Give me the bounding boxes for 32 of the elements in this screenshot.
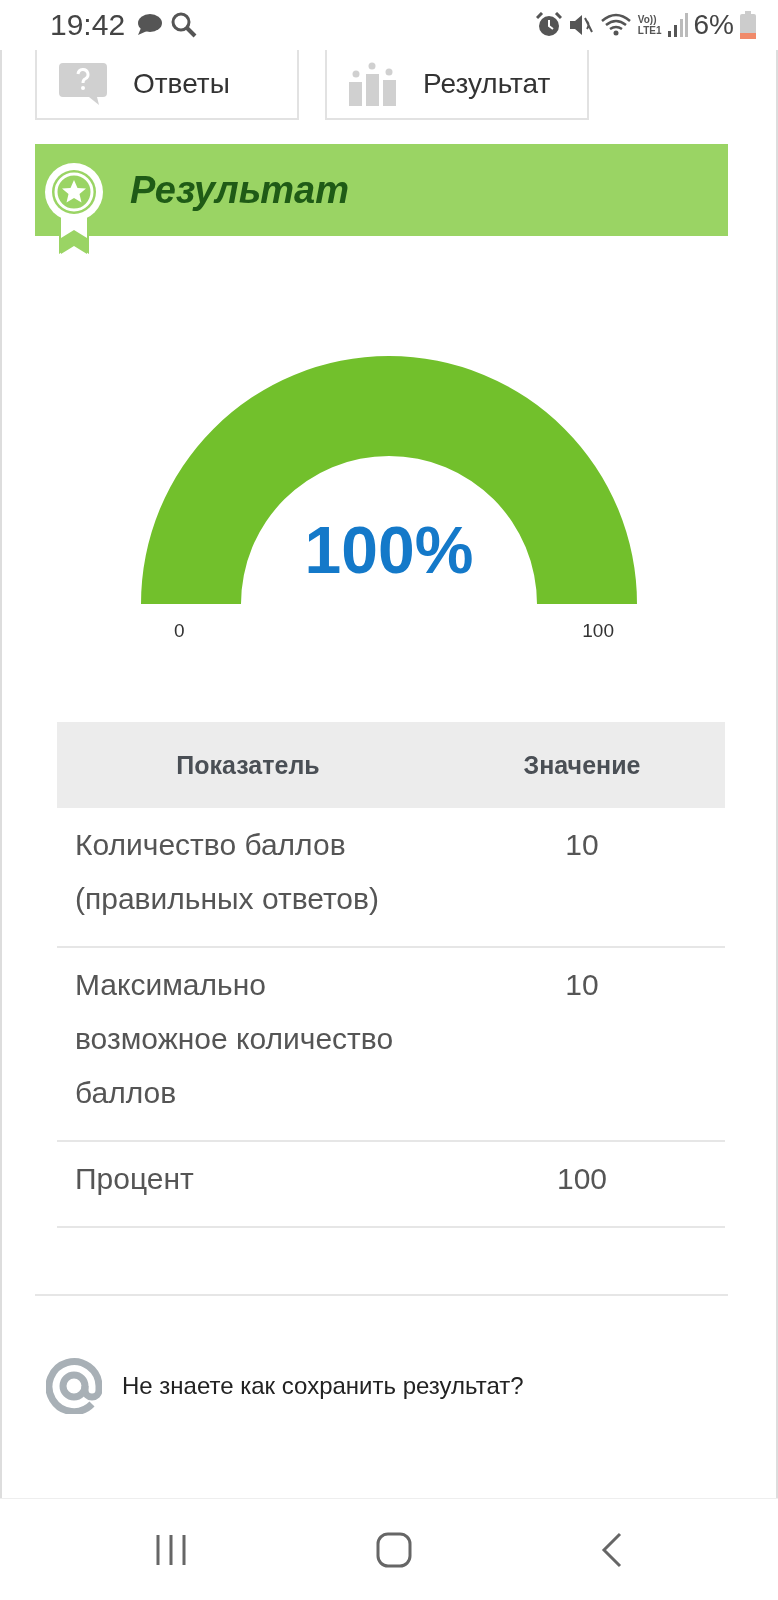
- table-cell: Максимально возможное количество баллов: [57, 947, 439, 1141]
- status-time: 19:42: [50, 8, 126, 42]
- speech-bubble-question-icon: [59, 63, 107, 105]
- email-prompt-text: Не знаете как сохранить результат?: [122, 1372, 524, 1400]
- volte-label: Vo)): [637, 14, 658, 25]
- table-cell: Количество баллов (правильных ответов): [57, 808, 439, 947]
- alarm-icon: [535, 12, 562, 38]
- signal-icon: [667, 13, 688, 37]
- home-icon[interactable]: [376, 1532, 412, 1568]
- gauge-max-label: 100: [582, 620, 614, 642]
- battery-percent: 6%: [693, 9, 734, 41]
- chat-icon: [137, 14, 164, 36]
- gauge-min-label: 0: [174, 620, 185, 642]
- lte-label: LTE1: [637, 25, 662, 36]
- back-icon[interactable]: [600, 1532, 624, 1568]
- table-cell: Процент: [57, 1141, 439, 1227]
- wifi-icon: [599, 12, 632, 38]
- table-cell: 10: [439, 947, 725, 1141]
- table-header: Показатель: [57, 722, 439, 808]
- at-sign-icon: [46, 1358, 102, 1414]
- gauge-value: 100%: [303, 512, 475, 588]
- recent-apps-icon[interactable]: [154, 1533, 188, 1567]
- tab[interactable]: Ответы: [35, 50, 299, 120]
- table-cell: 100: [439, 1141, 725, 1227]
- banner-title: Результат: [130, 168, 350, 212]
- search-icon: [171, 12, 198, 38]
- battery-icon: [740, 11, 756, 39]
- podium-stars-icon: [349, 62, 397, 106]
- mute-icon: [567, 12, 594, 38]
- tab[interactable]: Результат: [325, 50, 589, 120]
- table-cell: 10: [439, 808, 725, 947]
- table-header: Значение: [439, 722, 725, 808]
